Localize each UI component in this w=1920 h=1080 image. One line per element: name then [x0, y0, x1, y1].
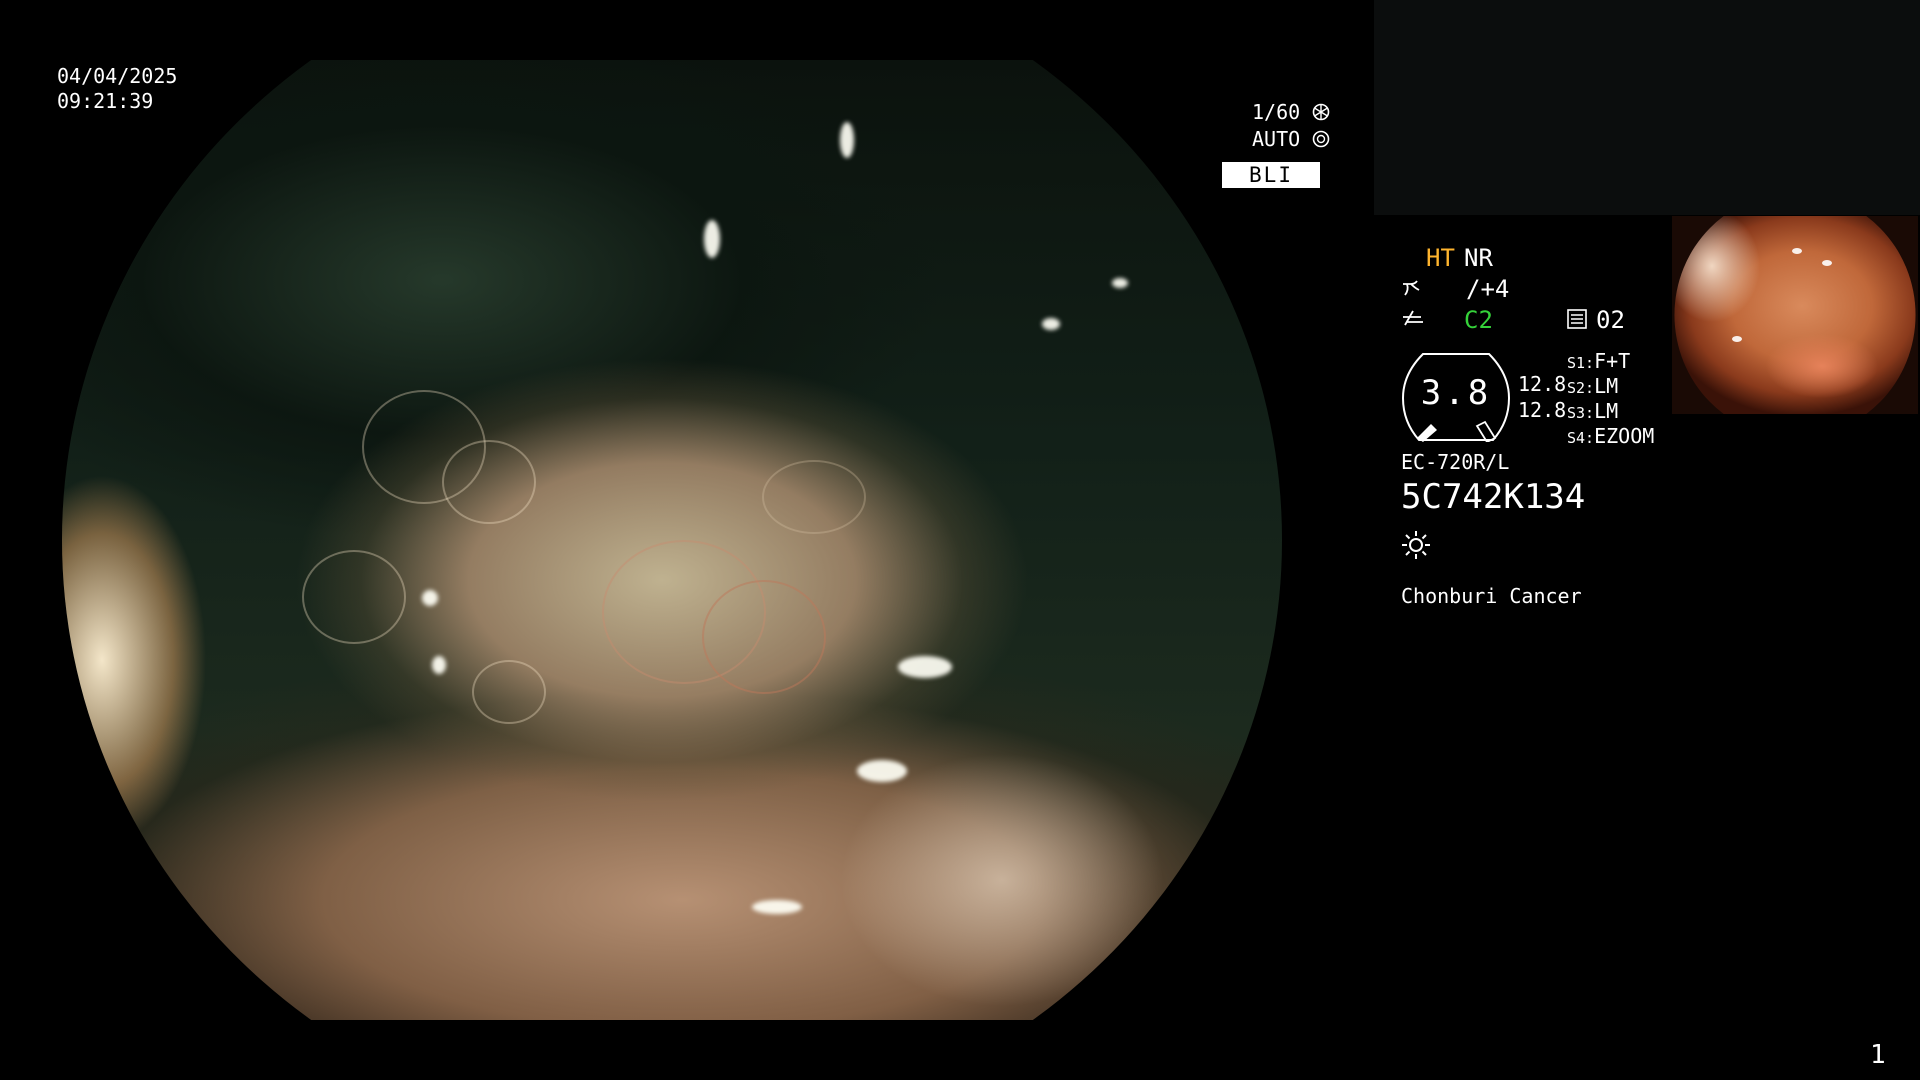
enhance-value: /+4: [1466, 275, 1510, 303]
dial-upper-value: 12.8: [1518, 372, 1567, 396]
mode-badge: BLI: [1222, 162, 1320, 188]
glare: [752, 900, 802, 914]
scope-serial: 5C742K134: [1401, 477, 1586, 517]
secondary-view-panel: [1374, 0, 1920, 215]
switch-value: EZOOM: [1594, 424, 1655, 448]
switch-value: F+T: [1594, 349, 1631, 373]
shutter-label: 1/60: [1252, 100, 1301, 124]
switch-label: S3:: [1567, 404, 1595, 422]
time-label: 09:21:39: [57, 89, 154, 113]
channel-value: 02: [1596, 306, 1625, 334]
switch-value: LM: [1594, 374, 1619, 398]
page-number: 1: [1870, 1040, 1886, 1070]
glare: [1042, 318, 1060, 330]
texture-ring: [302, 550, 406, 644]
enhance-icon: [1403, 280, 1420, 296]
zoom-value: 3.8: [1420, 373, 1492, 413]
glare: [857, 760, 907, 782]
dial-lower-value: 12.8: [1518, 398, 1567, 422]
switch-list: S1:F+T S2:LM S3:LM S4:EZOOM: [1567, 349, 1654, 449]
switch-label: S1:: [1567, 354, 1595, 372]
channel-icon: [1567, 309, 1587, 329]
aperture-icon: [1312, 103, 1330, 121]
ht-label: HT: [1426, 244, 1455, 272]
switch-row: S4:EZOOM: [1567, 424, 1654, 449]
glare: [432, 656, 446, 674]
switch-row: S2:LM: [1567, 374, 1654, 399]
institution-name: Chonburi Cancer: [1401, 584, 1582, 608]
texture-ring: [702, 580, 826, 694]
switch-row: S3:LM: [1567, 399, 1654, 424]
switch-label: S2:: [1567, 379, 1595, 397]
reference-thumbnail[interactable]: [1672, 216, 1918, 414]
date-label: 04/04/2025: [57, 64, 178, 88]
glare: [704, 220, 720, 258]
color-value: C2: [1464, 306, 1493, 334]
sun-icon: [1402, 531, 1430, 559]
glare: [1112, 278, 1128, 288]
thumbnail-image: [1674, 216, 1916, 414]
scope-model: EC-720R/L: [1401, 450, 1510, 474]
texture-ring: [762, 460, 866, 534]
glare: [898, 656, 952, 678]
glare: [1792, 248, 1802, 254]
texture-ring: [442, 440, 536, 524]
nr-label: NR: [1464, 244, 1493, 272]
switch-value: LM: [1594, 399, 1619, 423]
exposure-label: AUTO: [1252, 127, 1301, 151]
texture-ring: [472, 660, 546, 724]
glare: [422, 590, 438, 606]
endoscope-view: [62, 60, 1282, 1020]
exposure-row: AUTO: [1252, 127, 1330, 152]
switch-row: S1:F+T: [1567, 349, 1654, 374]
glare: [1732, 336, 1742, 342]
color-icon: [1403, 310, 1423, 326]
glare: [1822, 260, 1832, 266]
glare: [840, 122, 854, 158]
iris-icon: [1312, 130, 1330, 148]
shutter-row: 1/60: [1252, 100, 1330, 125]
switch-label: S4:: [1567, 429, 1595, 447]
